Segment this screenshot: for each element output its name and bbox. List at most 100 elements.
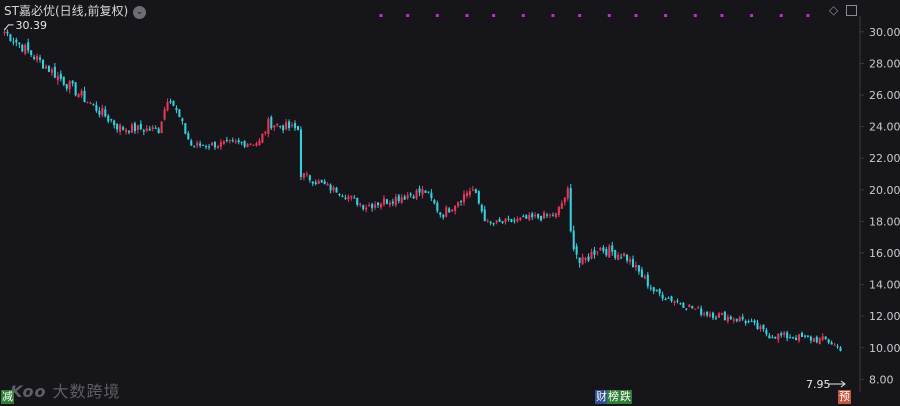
event-marker[interactable] — [664, 14, 668, 17]
candle-body — [160, 121, 163, 134]
candle-body — [614, 250, 617, 258]
candle-body — [175, 108, 178, 110]
candle-body — [540, 215, 543, 221]
candle-body — [617, 254, 620, 260]
candle-body — [231, 140, 234, 142]
candle-body — [655, 289, 658, 291]
drop-badge[interactable]: 跌 — [619, 390, 632, 404]
candle-body — [288, 121, 291, 129]
reduce-badge[interactable]: 减 — [1, 390, 14, 404]
candle-body — [649, 287, 652, 289]
event-marker[interactable] — [379, 14, 383, 17]
candle-body — [252, 144, 255, 146]
candle-body — [136, 125, 139, 130]
candle-body — [557, 206, 560, 216]
candle-body — [786, 332, 789, 339]
candle-body — [510, 219, 513, 223]
candle-body — [151, 127, 154, 129]
candle-body — [513, 220, 516, 222]
candle-body — [628, 259, 632, 262]
price-tick-label: 12.00 — [869, 310, 900, 323]
candle-body — [56, 75, 59, 81]
candle-body — [812, 338, 815, 342]
candle-body — [326, 183, 329, 186]
candle-body — [483, 209, 486, 222]
candle-body — [222, 141, 225, 145]
candle-body — [489, 222, 492, 224]
candle-body — [578, 257, 581, 263]
candle-body — [756, 322, 759, 330]
candle-body — [818, 337, 821, 345]
event-marker[interactable] — [465, 14, 469, 17]
candle-body — [480, 204, 483, 212]
candle-body — [133, 123, 136, 132]
event-marker[interactable] — [521, 14, 525, 17]
candle-body — [717, 313, 721, 318]
candle-body — [71, 80, 74, 84]
candle-body — [83, 90, 86, 102]
candle-body — [448, 208, 451, 213]
candle-body — [780, 333, 783, 336]
candle-body — [267, 119, 270, 134]
candle-body — [800, 332, 804, 337]
candle-body — [525, 215, 528, 219]
candle-body — [157, 128, 160, 134]
event-marker[interactable] — [578, 14, 582, 17]
event-marker[interactable] — [720, 14, 724, 17]
candle-body — [178, 109, 181, 118]
event-marker[interactable] — [551, 14, 555, 17]
candle-body — [795, 337, 798, 341]
event-marker[interactable] — [634, 14, 638, 17]
candle-body — [551, 215, 554, 217]
candle-body — [95, 105, 98, 111]
candle-body — [116, 124, 119, 130]
candle-body — [12, 41, 15, 43]
event-marker[interactable] — [435, 14, 439, 17]
candle-body — [385, 199, 388, 204]
candle-body — [821, 336, 824, 340]
candle-body — [240, 141, 243, 143]
event-marker[interactable] — [779, 14, 783, 17]
candle-body — [711, 312, 715, 318]
candle-body — [415, 190, 418, 199]
candle-body — [130, 124, 134, 133]
candle-body — [202, 144, 205, 146]
candles-layer — [3, 28, 842, 352]
candle-body — [803, 335, 806, 337]
candle-body — [839, 347, 842, 351]
candle-body — [382, 198, 385, 205]
candle-body — [554, 213, 557, 218]
candle-body — [122, 127, 125, 130]
event-marker[interactable] — [492, 14, 496, 17]
event-marker[interactable] — [406, 14, 410, 17]
candlestick-chart[interactable]: 30.00 28.00 26.00 24.00 22.00 20.00 18.00 16.00… — [0, 0, 900, 406]
candle-body — [24, 44, 27, 54]
candle-body — [566, 188, 569, 199]
candle-body — [750, 320, 753, 322]
candle-body — [181, 118, 184, 121]
candle-body — [676, 300, 679, 302]
candle-body — [163, 109, 166, 120]
candle-body — [59, 73, 62, 79]
event-marker[interactable] — [750, 14, 754, 17]
candle-body — [329, 184, 332, 191]
candle-body — [258, 140, 261, 146]
candle-body — [347, 196, 350, 200]
candle-body — [694, 308, 697, 310]
candle-body — [379, 203, 383, 208]
candle-body — [208, 146, 211, 148]
candle-body — [33, 56, 36, 59]
candle-body — [264, 131, 267, 134]
forecast-badge[interactable]: 预 — [838, 390, 851, 404]
candle-body — [261, 133, 264, 143]
candle-body — [359, 203, 362, 205]
low-price-label: 7.95 — [806, 378, 831, 391]
event-marker[interactable] — [806, 14, 810, 17]
event-marker[interactable] — [693, 14, 697, 17]
candle-body — [39, 57, 42, 60]
candle-body — [388, 202, 391, 205]
event-marker[interactable] — [607, 14, 611, 17]
candle-body — [308, 175, 311, 181]
candle-body — [531, 213, 534, 218]
candle-body — [679, 303, 682, 305]
